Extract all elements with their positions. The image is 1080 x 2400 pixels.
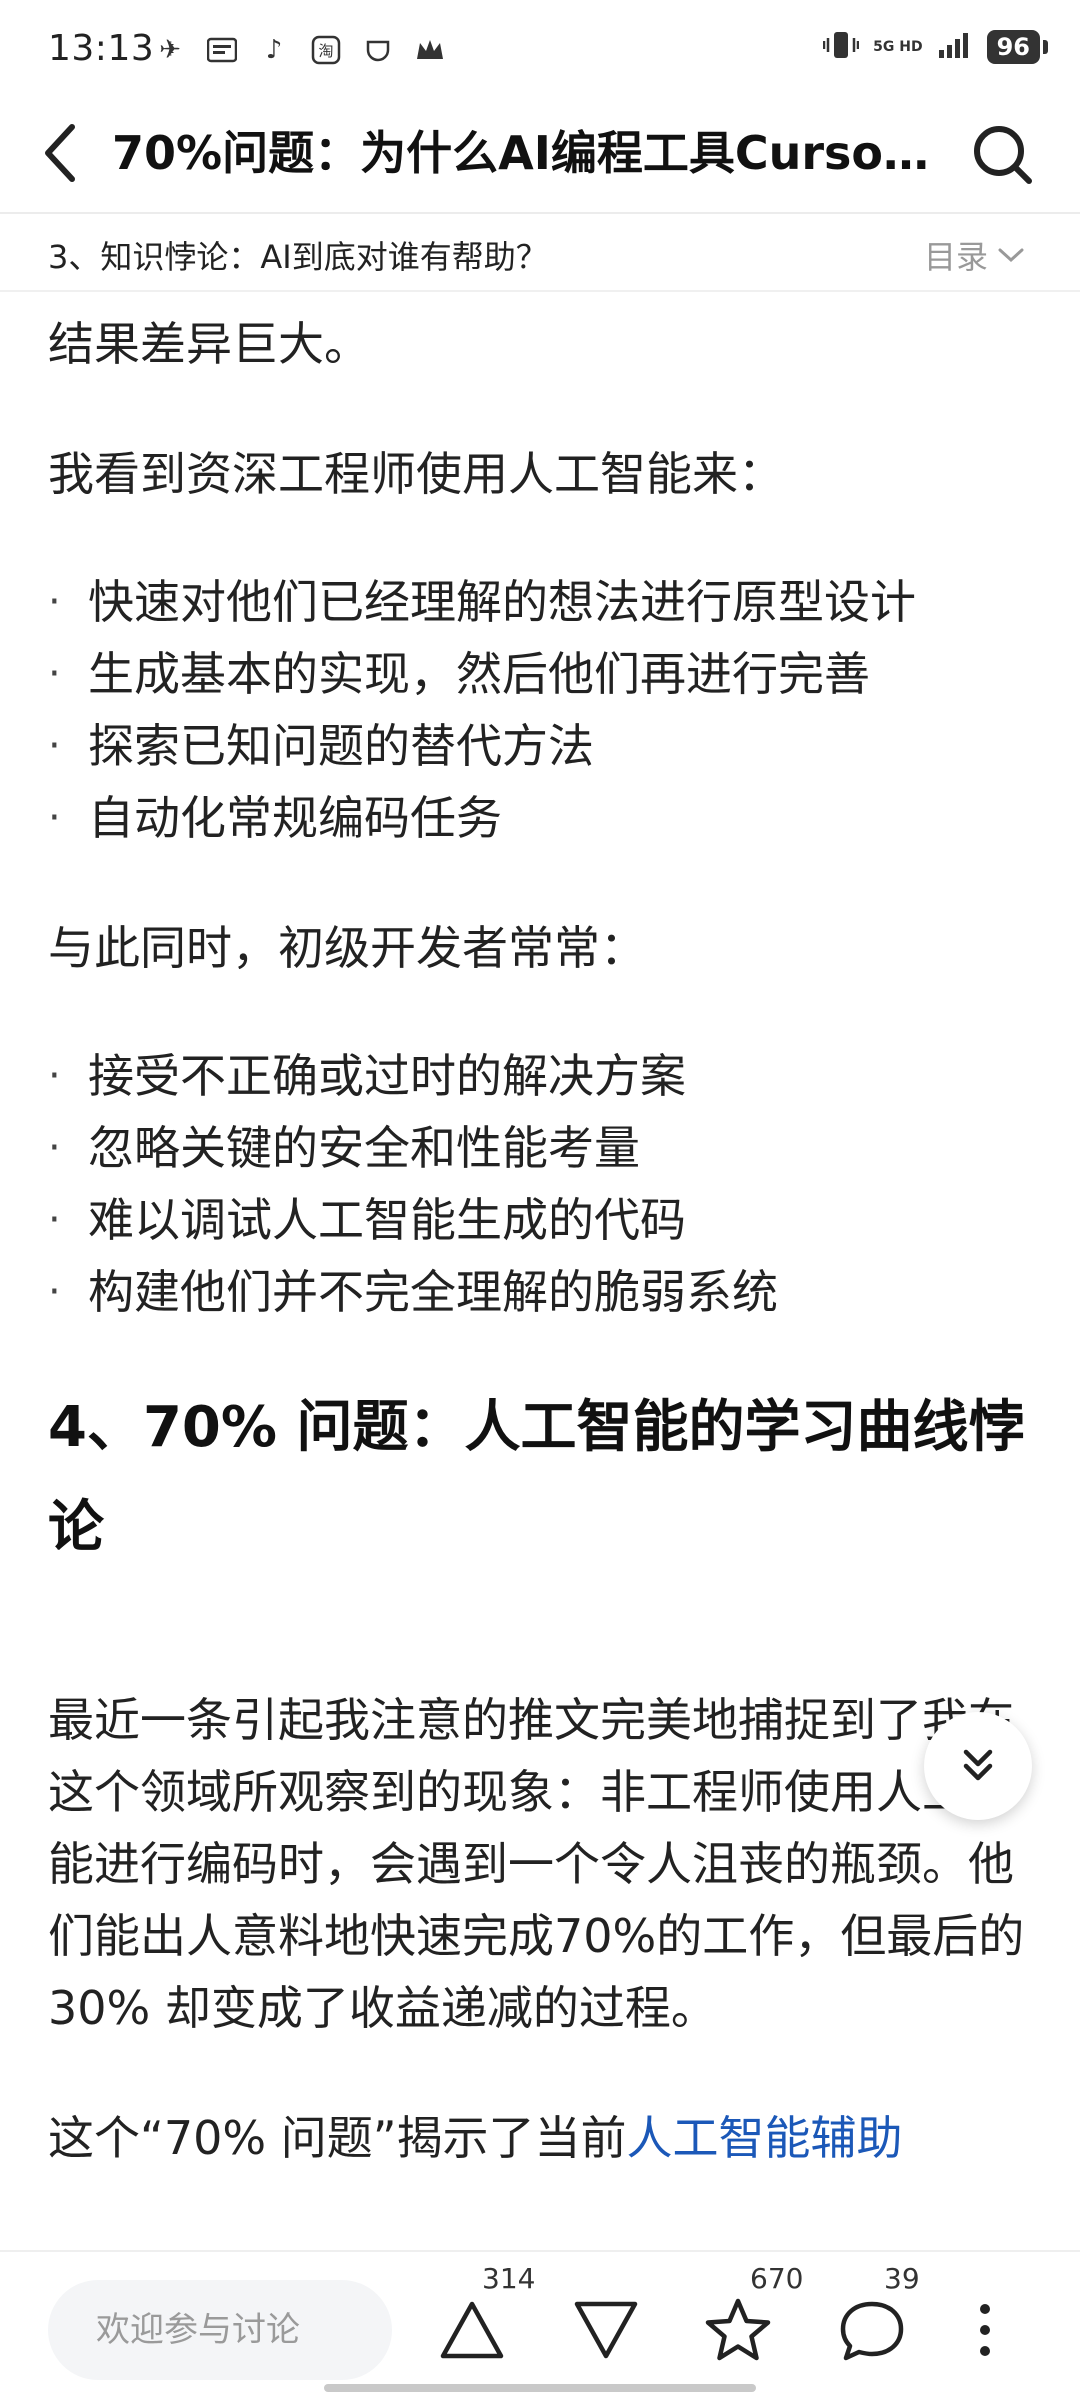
list-item: 探索已知问题的替代方法	[48, 710, 1038, 782]
paragraph: 最近一条引起我注意的推文完美地捕捉到了我在这个领域所观察到的现象：非工程师使用人…	[48, 1693, 1025, 2035]
notification-icons: ✈ ♪ 淘	[152, 32, 448, 68]
status-bar: 13:13 ✈ ♪ 淘 5G HD 96	[0, 0, 1080, 100]
top-nav-bar: 70%问题：为什么AI编程工具Cursor/c…	[0, 100, 1080, 214]
status-time: 13:13	[48, 28, 155, 69]
bottom-action-bar: 欢迎参与讨论 314 670 39	[0, 2250, 1080, 2400]
list-item: 生成基本的实现，然后他们再进行完善	[48, 638, 1038, 710]
toutiao-app-icon	[204, 32, 240, 68]
taobao-app-icon: 淘	[308, 32, 344, 68]
chevron-left-icon	[45, 124, 75, 182]
list-item: 快速对他们已经理解的想法进行原型设计	[48, 566, 1038, 638]
search-icon	[974, 126, 1032, 184]
current-section-label: 3、知识悖论：AI到底对谁有帮助？	[48, 238, 548, 276]
downvote-triangle-icon	[574, 2301, 638, 2359]
tiktok-app-icon: ♪	[265, 35, 283, 65]
paragraph: 与此同时，初级开发者常常：	[48, 921, 646, 975]
vibrate-icon	[822, 30, 860, 64]
article-link[interactable]: 人工智能辅助	[627, 2111, 903, 2165]
upvote-button[interactable]	[432, 2282, 512, 2378]
table-of-contents-bar[interactable]: 3、知识悖论：AI到底对谁有帮助？ 目录	[0, 216, 1080, 292]
comment-bubble-icon	[840, 2301, 904, 2361]
senior-list: 快速对他们已经理解的想法进行原型设计 生成基本的实现，然后他们再进行完善 探索已…	[48, 566, 1038, 854]
list-item: 接受不正确或过时的解决方案	[48, 1040, 1038, 1112]
favorite-button[interactable]	[698, 2282, 778, 2378]
upvote-triangle-icon	[440, 2301, 504, 2359]
section-heading: 4、70% 问题：人工智能的学习曲线悖论	[48, 1395, 1025, 1560]
paragraph: 我看到资深工程师使用人工智能来：	[48, 447, 784, 501]
list-item: 自动化常规编码任务	[48, 782, 1038, 854]
network-indicator: 5G HD	[873, 39, 923, 55]
page-title: 70%问题：为什么AI编程工具Cursor/c…	[112, 126, 942, 180]
battery-indicator: 96	[986, 30, 1049, 64]
scroll-down-button[interactable]	[924, 1712, 1032, 1820]
toc-label: 目录	[923, 238, 988, 276]
back-button[interactable]	[40, 118, 100, 188]
upvote-count: 314	[482, 2262, 536, 2295]
more-vertical-icon	[980, 2304, 990, 2356]
status-right: 5G HD 96	[822, 30, 1049, 64]
paragraph-text: 这个“70% 问题”揭示了当前	[48, 2111, 627, 2165]
comment-input[interactable]: 欢迎参与讨论	[48, 2280, 392, 2380]
paragraph: 这个“70% 问题”揭示了当前人工智能辅助	[48, 2102, 1038, 2174]
search-button[interactable]	[964, 116, 1040, 192]
more-options-button[interactable]	[960, 2282, 1010, 2378]
star-icon	[705, 2298, 771, 2361]
list-item: 构建他们并不完全理解的脆弱系统	[48, 1256, 1038, 1328]
favorite-count: 670	[750, 2262, 804, 2295]
crown-app-icon	[412, 32, 448, 68]
cup-app-icon	[360, 32, 396, 68]
comment-button[interactable]	[832, 2282, 912, 2378]
bird-app-icon: ✈	[159, 35, 181, 65]
list-item: 难以调试人工智能生成的代码	[48, 1184, 1038, 1256]
home-indicator[interactable]	[324, 2384, 756, 2392]
double-chevron-down-icon	[963, 1749, 993, 1781]
chevron-down-icon	[998, 248, 1024, 263]
svg-text:淘: 淘	[318, 42, 333, 60]
paragraph: 结果差异巨大。	[48, 317, 370, 371]
signal-icon	[937, 30, 973, 64]
downvote-button[interactable]	[566, 2282, 646, 2378]
list-item: 忽略关键的安全和性能考量	[48, 1112, 1038, 1184]
toc-button[interactable]: 目录	[924, 232, 1026, 278]
comment-count: 39	[884, 2262, 920, 2295]
article-body: 结果差异巨大。 我看到资深工程师使用人工智能来： 快速对他们已经理解的想法进行原…	[48, 300, 1038, 2248]
junior-list: 接受不正确或过时的解决方案 忽略关键的安全和性能考量 难以调试人工智能生成的代码…	[48, 1040, 1038, 1328]
